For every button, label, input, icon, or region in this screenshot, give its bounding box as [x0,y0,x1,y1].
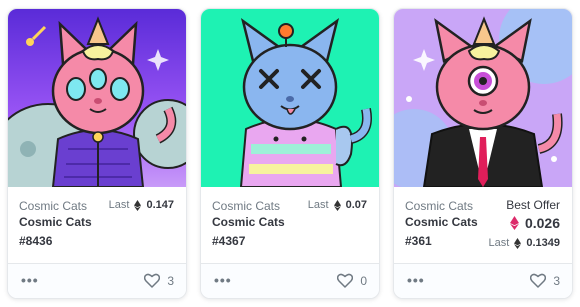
nft-image[interactable] [201,9,379,187]
ethereum-icon [134,199,142,211]
nft-card[interactable]: Cosmic Cats Cosmic Cats #361 Best Offer … [393,8,573,299]
best-offer-price: 0.026 [509,215,560,231]
last-label: Last [488,237,510,249]
last-sale-price: Last 0.07 [308,199,367,211]
favorite-count: 0 [360,273,367,288]
ethereum-icon [333,199,341,211]
card-info: Cosmic Cats Cosmic Cats #8436 Last 0.147 [8,187,186,263]
token-id: #8436 [19,234,53,248]
cat-artwork-4367 [201,9,379,187]
last-sale-price: Last 0.1349 [489,237,560,249]
last-price-value: 0.07 [345,199,367,211]
last-sale-price: Last 0.147 [109,199,174,211]
last-price-value: 0.147 [146,199,174,211]
more-options-icon[interactable]: ••• [407,272,425,288]
token-id: #361 [405,234,432,248]
ethereum-icon [514,237,522,249]
last-label: Last [307,199,329,211]
best-offer-label: Best Offer [506,198,560,212]
heart-icon [337,273,354,288]
card-footer: ••• 0 [201,263,379,298]
collection-name[interactable]: Cosmic Cats [212,199,284,213]
favorite-count: 3 [553,273,560,288]
best-offer-value: 0.026 [524,215,560,231]
favorite-button[interactable]: 3 [530,273,560,288]
token-id: #4367 [212,234,246,248]
more-options-icon[interactable]: ••• [214,272,232,288]
heart-icon [144,273,161,288]
favorite-count: 3 [167,273,174,288]
card-footer: ••• 3 [8,263,186,298]
nft-image[interactable] [394,9,572,187]
card-info: Cosmic Cats Cosmic Cats #361 Best Offer … [394,187,572,263]
favorite-button[interactable]: 0 [337,273,367,288]
last-price-value: 0.1349 [526,237,560,249]
weth-icon [509,216,519,230]
favorite-button[interactable]: 3 [144,273,174,288]
nft-name: Cosmic Cats [405,215,478,229]
card-info: Cosmic Cats Cosmic Cats #4367 Last 0.07 [201,187,379,263]
heart-icon [530,273,547,288]
card-footer: ••• 3 [394,263,572,298]
cat-artwork-361 [394,9,572,187]
nft-name: Cosmic Cats [212,215,285,229]
nft-card[interactable]: Cosmic Cats Cosmic Cats #4367 Last 0.07 … [200,8,380,299]
more-options-icon[interactable]: ••• [21,272,39,288]
cat-artwork-8436 [8,9,186,187]
collection-name[interactable]: Cosmic Cats [19,199,91,213]
collection-name[interactable]: Cosmic Cats [405,199,477,213]
nft-image[interactable] [8,9,186,187]
last-label: Last [108,199,130,211]
nft-name: Cosmic Cats [19,215,92,229]
nft-card[interactable]: Cosmic Cats Cosmic Cats #8436 Last 0.147… [7,8,187,299]
